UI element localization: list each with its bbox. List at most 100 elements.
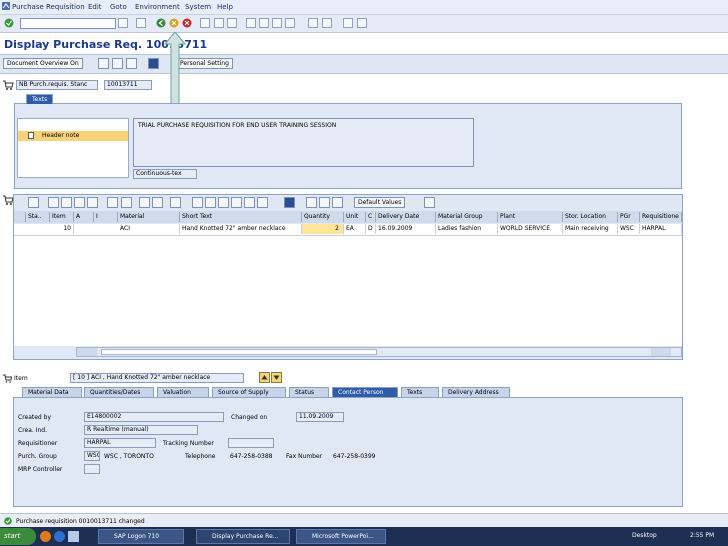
tab-delivery-address[interactable]: Delivery Address (442, 387, 510, 397)
tab-source-of-supply[interactable]: Source of Supply (212, 387, 286, 397)
details-icon[interactable] (28, 197, 39, 208)
enter-icon[interactable] (4, 18, 14, 28)
tab-texts[interactable]: Texts (26, 94, 54, 104)
display-change-icon[interactable] (112, 58, 123, 69)
text-format-select[interactable]: Continuous-tex (133, 169, 197, 179)
print-icon[interactable] (200, 18, 210, 28)
col-delivery-date[interactable]: Delivery Date (376, 212, 436, 222)
last-page-icon[interactable] (285, 18, 295, 28)
header-note-editor[interactable]: TRIAL PURCHASE REQUISITION FOR END USER … (133, 118, 474, 167)
scroll-left-end-icon[interactable] (651, 348, 661, 356)
tab-material-data[interactable]: Material Data (22, 387, 82, 397)
table-row[interactable]: 10 ACI Hand Knotted 72" amber necklace 2… (14, 224, 682, 236)
tab-texts[interactable]: Texts (401, 387, 439, 397)
next-page-icon[interactable] (272, 18, 282, 28)
col-purchasing-group[interactable]: PGr (618, 212, 640, 222)
col-material[interactable]: Material (118, 212, 180, 222)
sort-ascending-icon[interactable] (48, 197, 59, 208)
col-unit[interactable]: Unit (344, 212, 366, 222)
col-requisitioner[interactable]: Requisitione (640, 212, 682, 222)
create-icon[interactable] (98, 58, 109, 69)
new-session-icon[interactable] (308, 18, 318, 28)
list-item[interactable]: Header note (18, 131, 128, 141)
cancel-icon[interactable] (182, 18, 192, 28)
tab-quantities-dates[interactable]: Quantities/Dates (84, 387, 154, 397)
col-category[interactable]: C (366, 212, 376, 222)
layout-icon[interactable] (170, 197, 181, 208)
menu-system[interactable]: System (185, 3, 211, 11)
col-plant[interactable]: Plant (498, 212, 563, 222)
firefox-icon[interactable] (40, 531, 51, 542)
col-account[interactable]: A (74, 212, 94, 222)
scroll-thumb[interactable] (101, 349, 377, 355)
find-icon[interactable] (214, 18, 224, 28)
previous-item-icon[interactable] (259, 372, 270, 383)
col-storage-location[interactable]: Stor. Location (563, 212, 618, 222)
menu-help[interactable]: Help (217, 3, 233, 11)
item-selector[interactable]: [ 10 ] ACI , Hand Knotted 72" amber neck… (70, 373, 244, 383)
block-icon[interactable] (244, 197, 255, 208)
scroll-left-icon[interactable] (77, 348, 87, 356)
desktop-toolbar-label[interactable]: Desktop (632, 532, 657, 539)
other-document-icon[interactable] (126, 58, 137, 69)
scroll-right-end-icon[interactable] (661, 348, 671, 356)
find-icon[interactable] (74, 197, 85, 208)
menu-edit[interactable]: Edit (88, 3, 102, 11)
tab-status[interactable]: Status (289, 387, 329, 397)
select-all-icon[interactable] (257, 197, 268, 208)
back-icon[interactable] (156, 18, 166, 28)
find-next-icon[interactable] (227, 18, 237, 28)
previous-page-icon[interactable] (259, 18, 269, 28)
undo-icon[interactable] (231, 197, 242, 208)
layout-menu-icon[interactable] (357, 18, 367, 28)
exit-icon[interactable] (169, 18, 179, 28)
sum-icon[interactable] (107, 197, 118, 208)
select-all-icon[interactable] (14, 212, 26, 222)
crea-ind-select[interactable]: R Realtime (manual) (84, 425, 198, 435)
tab-contact-person[interactable]: Contact Person (332, 387, 398, 397)
info-icon[interactable] (284, 197, 295, 208)
save-icon[interactable] (136, 18, 146, 28)
assign-icon[interactable] (332, 197, 343, 208)
menu-environment[interactable]: Environment (135, 3, 180, 11)
document-type-select[interactable]: NB Purch.requis. Stanc (16, 80, 98, 90)
insert-icon[interactable] (218, 197, 229, 208)
command-field[interactable] (20, 18, 116, 29)
show-desktop-icon[interactable] (68, 531, 79, 542)
first-page-icon[interactable] (246, 18, 256, 28)
copy-icon[interactable] (192, 197, 203, 208)
export-icon[interactable] (152, 197, 163, 208)
subtotal-icon[interactable] (121, 197, 132, 208)
menu-purchase-requisition[interactable]: Purchase Requisition (12, 3, 85, 11)
release-icon[interactable] (319, 197, 330, 208)
history-icon[interactable] (118, 18, 128, 28)
default-values-button[interactable]: Default Values (354, 197, 406, 208)
shortcut-icon[interactable] (322, 18, 332, 28)
ie-icon[interactable] (54, 531, 65, 542)
menu-goto[interactable]: Goto (110, 3, 127, 11)
task-sap-logon[interactable]: SAP Logon 710 (98, 529, 184, 544)
sort-descending-icon[interactable] (61, 197, 72, 208)
next-item-icon[interactable] (271, 372, 282, 383)
print-icon[interactable] (139, 197, 150, 208)
check-icon[interactable] (306, 197, 317, 208)
filter-icon[interactable] (87, 197, 98, 208)
document-overview-button[interactable]: Document Overview On (3, 58, 83, 69)
task-microsoft-powerpoint[interactable]: Microsoft PowerPoi... (296, 529, 386, 544)
col-material-group[interactable]: Material Group (436, 212, 498, 222)
col-short-text[interactable]: Short Text (180, 212, 302, 222)
task-display-purchase-req[interactable]: Display Purchase Re... (196, 529, 290, 544)
sap-menu-icon[interactable] (2, 2, 10, 10)
tab-valuation[interactable]: Valuation (157, 387, 209, 397)
info-icon[interactable] (148, 58, 159, 69)
horizontal-scrollbar[interactable] (76, 347, 682, 357)
col-item[interactable]: Item (50, 212, 74, 222)
col-status[interactable]: Sta.. (26, 212, 50, 222)
delete-icon[interactable] (205, 197, 216, 208)
help-icon[interactable] (343, 18, 353, 28)
start-button[interactable]: start (0, 528, 36, 545)
cell-quantity[interactable]: 2 (302, 224, 344, 234)
more-icon[interactable] (424, 197, 435, 208)
scroll-right-icon[interactable] (87, 348, 97, 356)
col-item-category[interactable]: I (94, 212, 118, 222)
